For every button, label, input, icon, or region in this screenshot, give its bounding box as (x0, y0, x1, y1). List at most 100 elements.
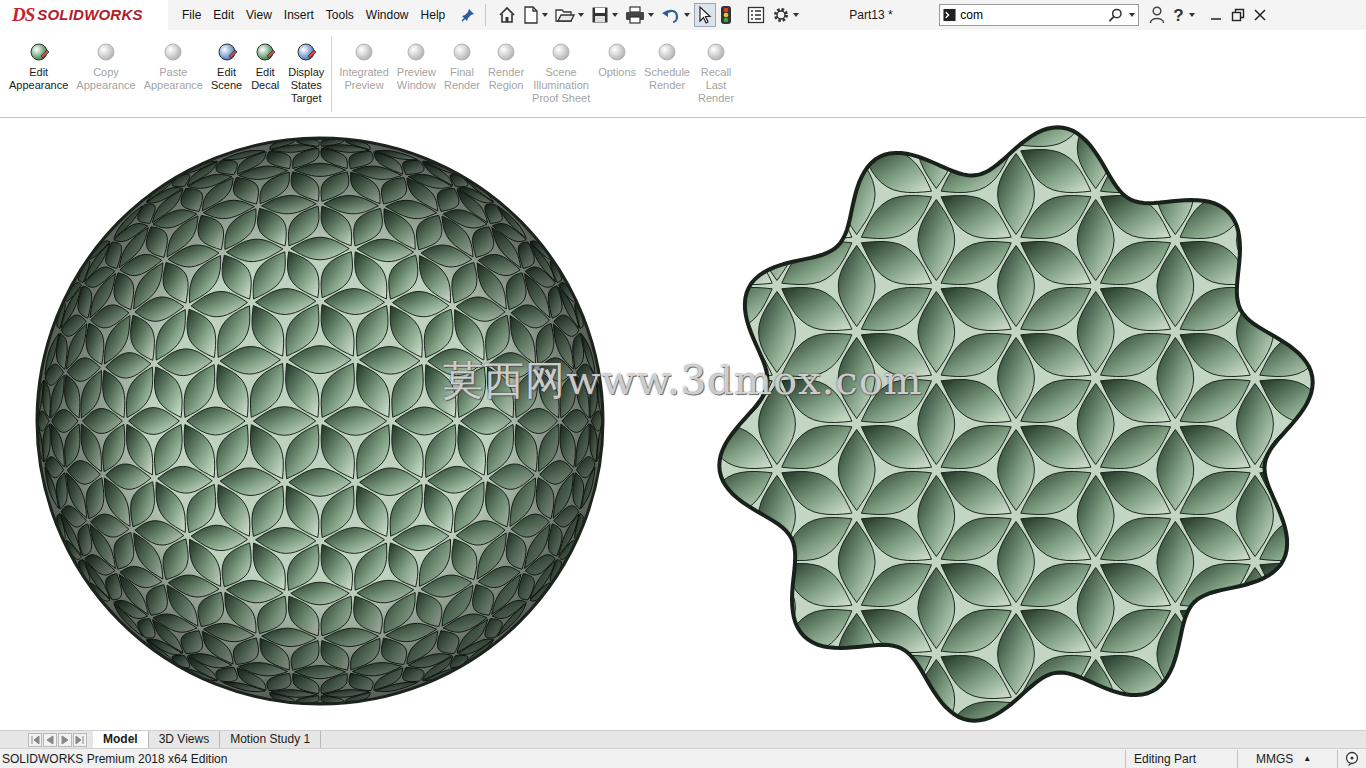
bottom-tab[interactable]: Model (93, 731, 149, 748)
ribbon-button[interactable]: ScheduleRender (641, 30, 693, 94)
tab-scroll-button[interactable] (73, 733, 87, 747)
watermark: 莫西网www.3dmox.com (0, 350, 1366, 410)
menu-item[interactable]: File (176, 2, 207, 28)
render-tool-icon (294, 40, 318, 64)
bottom-tabs: Model 3D Views Motion Study 1 (0, 730, 1366, 748)
save-button[interactable] (589, 4, 620, 26)
help-button[interactable]: ? (1173, 7, 1194, 24)
ribbon-button[interactable]: EditScene (208, 30, 245, 94)
ribbon-label: Window (397, 79, 436, 92)
ribbon-label: Appearance (76, 79, 135, 92)
ribbon-label: Appearance (144, 79, 203, 92)
units-button[interactable]: MMGS ▲ (1237, 750, 1337, 768)
ribbon-button[interactable]: PasteAppearance (141, 30, 206, 94)
ribbon-button[interactable]: SceneIlluminationProof Sheet (529, 30, 593, 107)
render-tool-icon (704, 40, 728, 64)
command-prompt-icon (943, 8, 956, 22)
menu-item[interactable]: Insert (278, 2, 320, 28)
print-icon (625, 6, 645, 24)
panel-model[interactable] (696, 124, 1336, 724)
home-button[interactable] (496, 4, 518, 26)
menu-bar: FileEditViewInsertToolsWindowHelp (168, 2, 451, 28)
print-button[interactable] (623, 4, 656, 26)
ribbon-button[interactable]: EditDecal (247, 30, 283, 94)
ribbon-group: IntegratedPreviewPreviewWindowFinalRende… (336, 30, 737, 107)
ribbon-label: Edit (256, 66, 275, 79)
menu-item[interactable]: Tools (320, 2, 360, 28)
select-button[interactable] (695, 4, 715, 26)
ribbon-button[interactable]: RecallLastRender (695, 30, 737, 107)
bottom-tab[interactable]: 3D Views (149, 731, 220, 748)
tab-scroll-button[interactable] (43, 733, 57, 747)
graphics-area[interactable]: 莫西网www.3dmox.com (0, 118, 1366, 730)
ribbon-button[interactable]: IntegratedPreview (336, 30, 392, 94)
ribbon-button[interactable]: CopyAppearance (73, 30, 138, 94)
ribbon-group: EditAppearanceCopyAppearancePasteAppeara… (6, 30, 327, 107)
home-icon (498, 6, 516, 24)
ribbon-button[interactable]: FinalRender (441, 30, 483, 94)
rebuild-status-icon[interactable] (1344, 751, 1360, 767)
search-icon[interactable] (1108, 7, 1123, 23)
status-bar: SOLIDWORKS Premium 2018 x64 Edition Edit… (0, 748, 1366, 768)
render-ribbon: EditAppearanceCopyAppearancePasteAppeara… (0, 30, 1366, 118)
new-button[interactable] (521, 4, 550, 26)
open-button[interactable] (553, 4, 586, 26)
undo-button[interactable] (659, 4, 692, 26)
ribbon-label: Render (649, 79, 685, 92)
render-tool-icon (404, 40, 428, 64)
tab-label: Motion Study 1 (230, 732, 310, 746)
open-folder-icon (555, 6, 575, 24)
user-icon[interactable] (1149, 6, 1165, 24)
mode-text: Editing Part (1125, 750, 1237, 768)
logo-name: SOLIDWORKS (37, 4, 142, 27)
render-tool-icon (94, 40, 118, 64)
ribbon-label: Render (698, 92, 734, 105)
quick-access-toolbar (496, 3, 801, 27)
render-tool-icon (450, 40, 474, 64)
ribbon-label: Recall (701, 66, 732, 79)
search-input[interactable] (960, 6, 1104, 24)
ribbon-label: Scene (211, 79, 242, 92)
solidworks-logo[interactable]: DS SOLIDWORKS (0, 0, 168, 30)
ribbon-button[interactable]: PreviewWindow (394, 30, 439, 94)
ribbon-label: Appearance (9, 79, 68, 92)
ribbon-label: Illumination (533, 79, 589, 92)
help-label: ? (1173, 7, 1183, 24)
file-properties-button[interactable] (745, 4, 767, 26)
ribbon-label: Edit (29, 66, 48, 79)
pin-icon[interactable] (461, 8, 475, 22)
minimize-icon[interactable] (1209, 8, 1223, 22)
ribbon-label: States (291, 79, 322, 92)
ribbon-button[interactable]: EditAppearance (6, 30, 71, 94)
bottom-tab[interactable]: Motion Study 1 (220, 731, 321, 748)
tab-scroll-button[interactable] (58, 733, 72, 747)
render-tool-icon (655, 40, 679, 64)
sphere-model[interactable] (30, 129, 610, 719)
cursor-icon (697, 6, 713, 24)
menu-item[interactable]: View (240, 2, 278, 28)
menu-item[interactable]: Help (415, 2, 452, 28)
properties-icon (747, 6, 765, 24)
render-tool-icon (27, 40, 51, 64)
options-button[interactable] (770, 4, 801, 26)
tab-scroll-button[interactable] (28, 733, 42, 747)
ribbon-button[interactable]: RenderRegion (485, 30, 527, 94)
ribbon-label: Decal (251, 79, 279, 92)
restore-icon[interactable] (1231, 8, 1245, 22)
menu-item[interactable]: Window (360, 2, 415, 28)
ribbon-button[interactable]: Options (595, 30, 639, 81)
search-box[interactable] (939, 4, 1139, 26)
render-tool-icon (215, 40, 239, 64)
units-text: MMGS (1256, 750, 1293, 768)
document-title: Part13 * (849, 6, 939, 24)
close-icon[interactable] (1253, 8, 1267, 22)
undo-icon (661, 6, 681, 24)
ribbon-label: Paste (159, 66, 187, 79)
rebuild-button[interactable] (718, 3, 734, 27)
menu-item[interactable]: Edit (207, 2, 240, 28)
tab-label: Model (103, 732, 138, 746)
ribbon-label: Copy (93, 66, 119, 79)
ribbon-label: Edit (217, 66, 236, 79)
ribbon-button[interactable]: DisplayStatesTarget (285, 30, 327, 107)
scroll-arrow-icon (59, 734, 71, 746)
